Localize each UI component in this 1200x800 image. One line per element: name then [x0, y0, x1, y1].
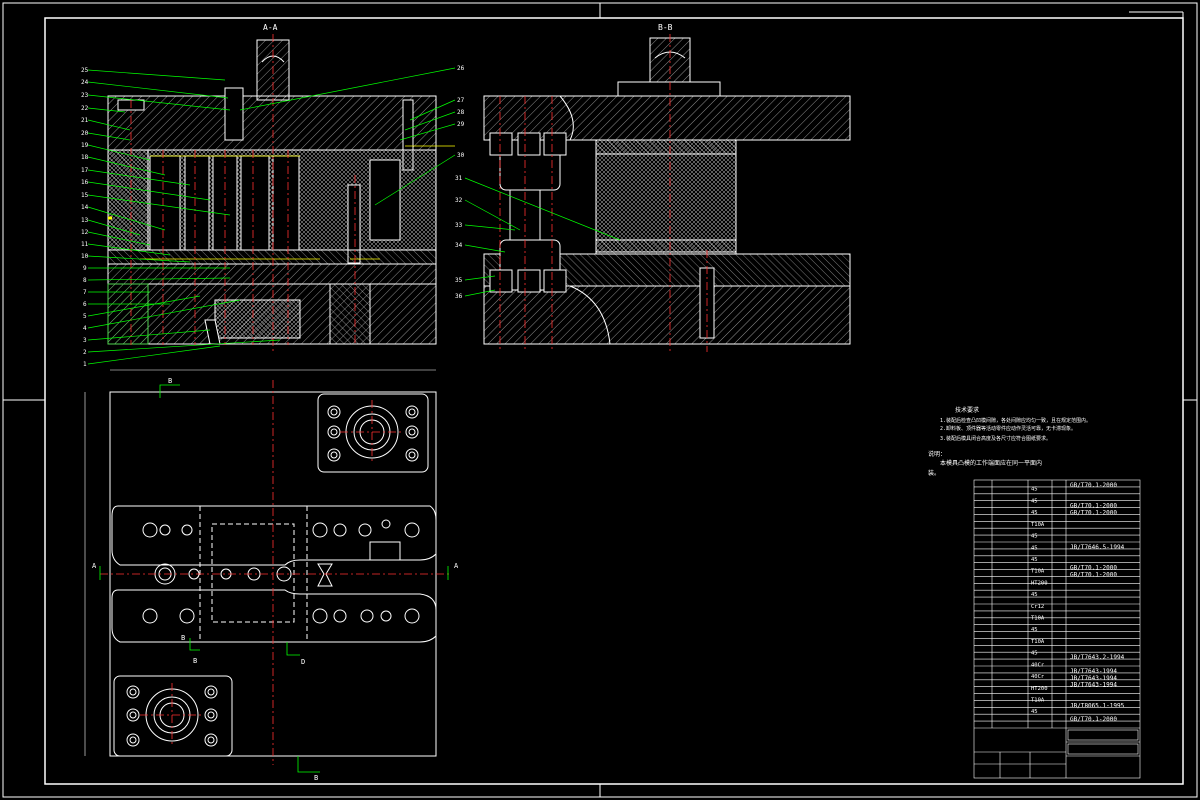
section-marker-b-top: B [168, 377, 172, 385]
svg-text:12: 12 [81, 229, 89, 236]
bom-material-cell: 45 [1031, 557, 1038, 563]
bom-standard-cell: GB/T70.1-2000 [1070, 509, 1117, 516]
bom-material-cell: 45 [1031, 709, 1038, 715]
svg-text:2: 2 [83, 349, 87, 356]
remark-body-2: 装。 [928, 469, 940, 477]
bom-standard-cell: JB/T7646.5-1994 [1070, 544, 1125, 551]
section-b-b-title: B-B [658, 23, 673, 32]
svg-text:8: 8 [83, 277, 87, 284]
bom-material-cell: 45 [1031, 487, 1038, 493]
svg-text:22: 22 [81, 105, 89, 112]
svg-text:30: 30 [457, 152, 465, 159]
section-marker-a-right: A [454, 562, 459, 570]
bom-material-cell: 40Cr [1031, 674, 1045, 680]
remark-title: 说明： [928, 450, 946, 458]
svg-text:32: 32 [455, 197, 463, 204]
svg-text:20: 20 [81, 130, 89, 137]
bom-standard-cell: JB/T8065.1-1995 [1070, 702, 1125, 709]
svg-text:34: 34 [455, 242, 463, 249]
svg-text:29: 29 [457, 121, 465, 128]
bom-material-cell: Cr12 [1031, 604, 1044, 610]
bom-material-cell: 45 [1031, 510, 1038, 516]
section-a-a-title: A-A [263, 23, 278, 32]
cad-drawing-canvas: A-A 252423 222120 191817 161514 131211 1… [2, 2, 1198, 798]
svg-text:1: 1 [83, 361, 87, 368]
section-marker-b-bottom: B [314, 774, 318, 782]
bom-material-cell: 45 [1031, 498, 1038, 504]
bom-material-cell: 45 [1031, 534, 1038, 540]
bom-material-cell: 45 [1031, 651, 1038, 657]
section-a-a-view: A-A 252423 222120 191817 161514 131211 1… [81, 23, 465, 368]
bom-material-cell: 45 [1031, 545, 1038, 551]
bom-material-cell: 40Cr [1031, 662, 1045, 668]
svg-text:35: 35 [455, 277, 463, 284]
section-marker-a-left: A [92, 562, 97, 570]
svg-text:7: 7 [83, 289, 87, 296]
svg-text:36: 36 [455, 293, 463, 300]
section-marker-b-lower: B [181, 634, 185, 642]
svg-text:21: 21 [81, 117, 89, 124]
notes-line-3: 3.装配后模具闭合高度及各尺寸应符合图纸要求。 [940, 435, 1051, 442]
section-b-b-view: B-B 313233 343536 [455, 23, 851, 352]
svg-text:25: 25 [81, 67, 89, 74]
notes-heading: 技术要求 [955, 406, 979, 414]
remark-body: 本模具凸模的工作端面应在同一平面内 [940, 459, 1042, 467]
bom-standard-cell: JB/T7643-1994 [1070, 682, 1117, 689]
bom-standard-cell: GB/T70.1-2000 [1070, 482, 1117, 489]
svg-text:16: 16 [81, 179, 89, 186]
bill-of-materials [973, 479, 1141, 779]
svg-text:6: 6 [83, 301, 87, 308]
svg-text:11: 11 [81, 241, 89, 248]
svg-text:24: 24 [81, 79, 89, 86]
bom-material-cell: 45 [1031, 627, 1038, 633]
technical-notes: 技术要求 1.装配后检查凸凹模间隙，各处间隙应均匀一致，且在规定范围内。 2.卸… [928, 406, 1091, 477]
bom-standard-cell: JB/T7643.2-1994 [1070, 654, 1125, 661]
bom-material-cell: T10A [1031, 639, 1045, 645]
svg-text:13: 13 [81, 217, 89, 224]
section-marker-d: D [301, 658, 305, 666]
notes-line-1: 1.装配后检查凸凹模间隙，各处间隙应均匀一致，且在规定范围内。 [940, 417, 1091, 424]
bom-standard-cell: GB/T70.1-2000 [1070, 571, 1117, 578]
svg-text:19: 19 [81, 142, 89, 149]
svg-text:4: 4 [83, 325, 87, 332]
svg-text:27: 27 [457, 97, 465, 104]
bom-material-cell: T10A [1031, 522, 1045, 528]
svg-text:15: 15 [81, 192, 89, 199]
svg-text:10: 10 [81, 253, 89, 260]
svg-text:33: 33 [455, 222, 463, 229]
svg-text:23: 23 [81, 92, 89, 99]
svg-text:5: 5 [83, 313, 87, 320]
svg-text:3: 3 [83, 337, 87, 344]
svg-text:28: 28 [457, 109, 465, 116]
bom-material-cell: HT200 [1031, 580, 1048, 586]
svg-text:26: 26 [457, 65, 465, 72]
bom-material-cell: HT200 [1031, 686, 1048, 692]
notes-line-2: 2.卸料板、顶件器等活动零件应动作灵活可靠，无卡滞现象。 [940, 425, 1076, 432]
bom-material-cell: 45 [1031, 592, 1038, 598]
svg-text:18: 18 [81, 154, 89, 161]
section-marker-b-lower2: B [193, 657, 197, 665]
plan-view: B A A B B D B [84, 369, 459, 782]
svg-text:14: 14 [81, 204, 89, 211]
svg-text:31: 31 [455, 175, 463, 182]
svg-text:17: 17 [81, 167, 89, 174]
bom-material-cell: T10A [1031, 569, 1045, 575]
bom-material-cell: T10A [1031, 698, 1045, 704]
bom-standard-cell: GB/T70.1-2000 [1070, 716, 1117, 723]
svg-text:9: 9 [83, 265, 87, 272]
bom-material-cell: T10A [1031, 616, 1045, 622]
